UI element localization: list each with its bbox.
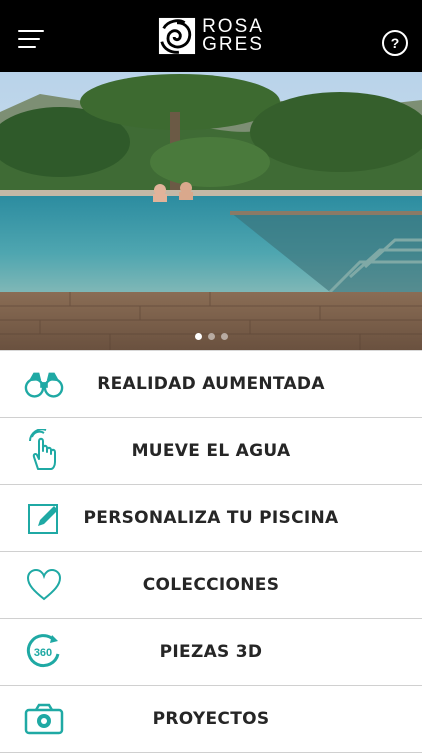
menu-item-label: PERSONALIZA TU PISCINA [83, 508, 339, 528]
menu-item-personaliza-tu-piscina[interactable]: PERSONALIZA TU PISCINA [0, 485, 422, 552]
carousel-dot[interactable] [194, 333, 202, 340]
brand-logo: ROSA GRES [158, 17, 264, 55]
rotate-360-icon: 360 [24, 632, 64, 672]
logo-text-line2: GRES [202, 34, 264, 55]
menu-icon[interactable] [18, 30, 44, 48]
menu-item-label: MUEVE EL AGUA [131, 441, 291, 461]
carousel-pagination [0, 333, 422, 340]
menu-item-piezas-3d[interactable]: 360 PIEZAS 3D [0, 619, 422, 686]
menu-item-label: PIEZAS 3D [159, 642, 263, 662]
carousel-dot[interactable] [220, 333, 228, 340]
touch-hand-icon [24, 429, 64, 471]
menu-item-realidad-aumentada[interactable]: REALIDAD AUMENTADA [0, 351, 422, 418]
menu-item-label: PROYECTOS [152, 709, 270, 729]
top-bar: ROSA GRES ? [0, 0, 422, 72]
help-icon[interactable]: ? [382, 30, 408, 56]
menu-item-colecciones[interactable]: COLECCIONES [0, 552, 422, 619]
main-menu: REALIDAD AUMENTADA MUEVE EL AGUA PERSONA… [0, 350, 422, 753]
hero-image [0, 72, 422, 350]
hero-carousel[interactable] [0, 72, 422, 350]
menu-item-mueve-el-agua[interactable]: MUEVE EL AGUA [0, 418, 422, 485]
menu-item-label: REALIDAD AUMENTADA [97, 374, 325, 394]
menu-item-proyectos[interactable]: PROYECTOS [0, 686, 422, 753]
camera-icon [24, 699, 64, 739]
menu-item-label: COLECCIONES [142, 575, 280, 595]
carousel-dot[interactable] [207, 333, 215, 340]
rose-logo-icon [159, 17, 196, 55]
edit-pencil-icon [24, 498, 64, 538]
heart-icon [24, 565, 64, 605]
svg-text:360: 360 [34, 647, 52, 659]
binoculars-icon [24, 364, 64, 404]
